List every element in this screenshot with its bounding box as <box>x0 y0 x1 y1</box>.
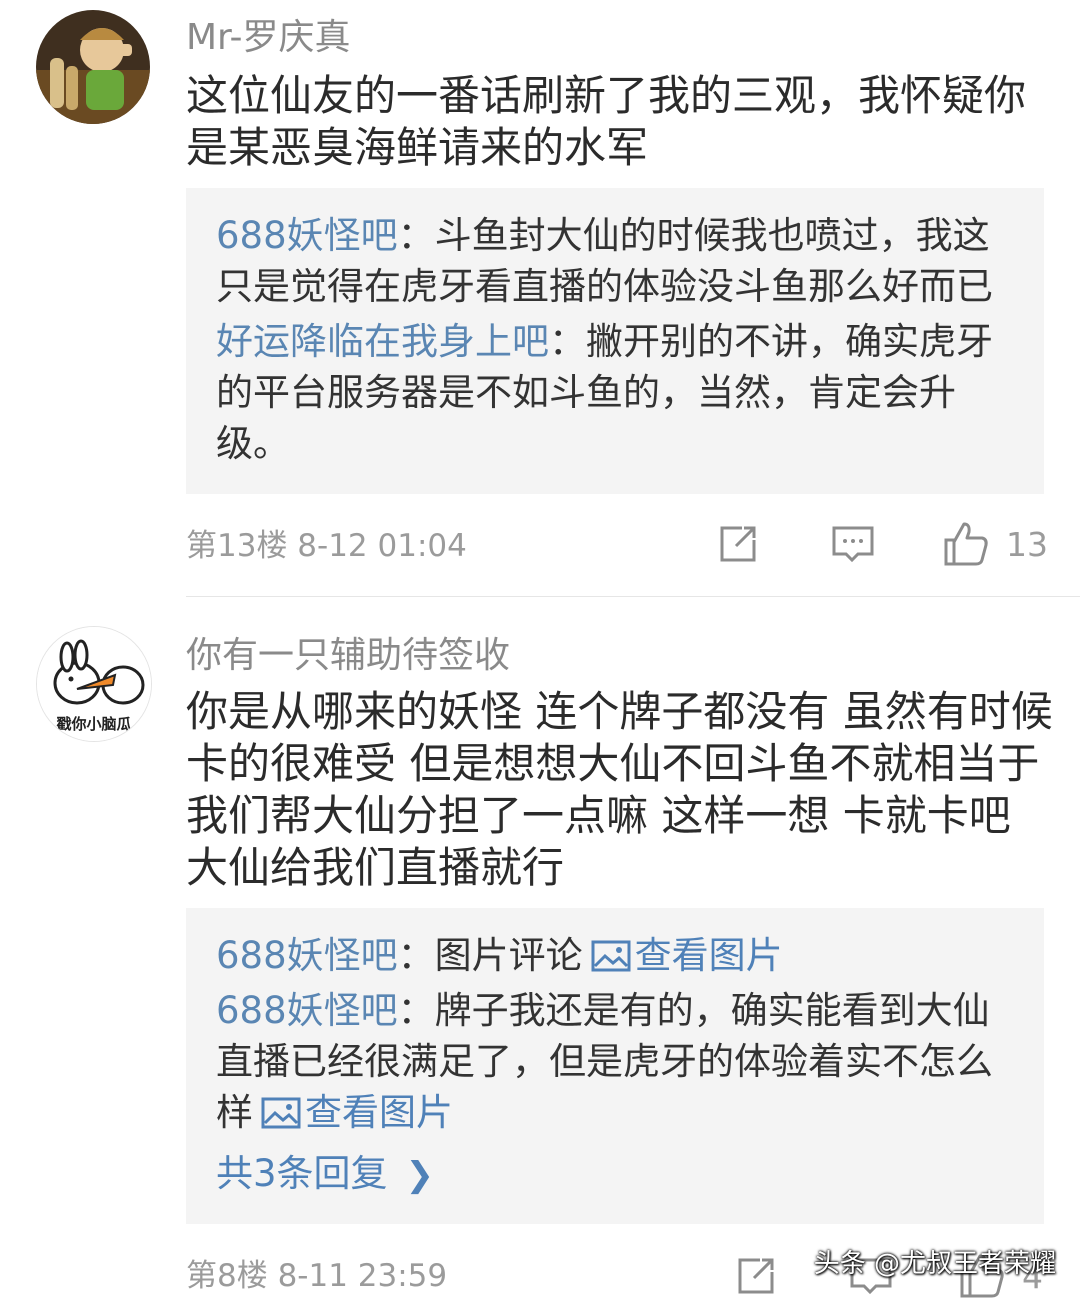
reply-username[interactable]: 688妖怪吧 <box>216 214 398 257</box>
reply-item[interactable]: 好运降临在我身上吧：撇开别的不讲，确实虎牙的平台服务器是不如斗鱼的，当然，肯定会… <box>216 316 1014 469</box>
view-image-label: 查看图片 <box>305 1091 453 1134</box>
user-avatar[interactable] <box>36 10 150 124</box>
view-image-link[interactable]: 查看图片 <box>583 934 783 977</box>
comment-divider <box>186 596 1080 597</box>
reply-list: 688妖怪吧：图片评论 查看图片 688妖怪吧：牌子我还是有的，确实能看到大仙直播… <box>186 908 1044 1224</box>
comment-icon <box>832 526 874 563</box>
thumbs-up-icon <box>944 522 988 566</box>
reply-item[interactable]: 688妖怪吧：牌子我还是有的，确实能看到大仙直播已经很满足了，但是虎牙的体验着实… <box>216 985 1014 1138</box>
watermark: 头条 @尤叔王者荣耀 <box>813 1249 1056 1279</box>
reply-separator: ： <box>397 989 435 1032</box>
username[interactable]: 你有一只辅助待签收 <box>186 634 510 678</box>
reply-item[interactable]: 688妖怪吧：图片评论 查看图片 <box>216 930 1014 981</box>
reply-text: 图片评论 <box>434 934 583 977</box>
reply-button[interactable] <box>830 522 876 566</box>
share-icon <box>720 526 756 562</box>
reply-username[interactable]: 688妖怪吧 <box>216 989 398 1032</box>
image-icon <box>261 1097 301 1129</box>
comment-content: 这位仙友的一番话刷新了我的三观，我怀疑你是某恶臭海鲜请来的水军 <box>186 71 1027 172</box>
reply-item[interactable]: 688妖怪吧：斗鱼封大仙的时候我也喷过，我这只是觉得在虎牙看直播的体验没斗鱼那么… <box>216 210 1014 312</box>
reply-separator: ： <box>397 934 435 977</box>
share-icon <box>738 1258 774 1294</box>
more-replies-link[interactable]: 共3条回复 ❯ <box>216 1144 1014 1205</box>
user-avatar[interactable]: 戳你小脑瓜 <box>36 626 152 742</box>
username[interactable]: Mr-罗庆真 <box>186 16 351 60</box>
comment-8: 戳你小脑瓜 你有一只辅助待签收 你是从哪来的妖怪 连个牌子都没有 虽然有时候卡的… <box>0 600 1080 1302</box>
reply-separator: ： <box>397 214 435 257</box>
reply-username[interactable]: 好运降临在我身上吧 <box>216 320 549 363</box>
avatar-image <box>36 10 150 124</box>
reply-list: 688妖怪吧：斗鱼封大仙的时候我也喷过，我这只是觉得在虎牙看直播的体验没斗鱼那么… <box>186 188 1044 494</box>
image-icon <box>591 940 631 972</box>
comment-13: Mr-罗庆真 这位仙友的一番话刷新了我的三观，我怀疑你是某恶臭海鲜请来的水军 6… <box>0 0 1080 600</box>
chevron-right-icon: ❯ <box>405 1155 435 1195</box>
share-button[interactable] <box>716 522 760 566</box>
view-image-label: 查看图片 <box>634 934 783 977</box>
comment-meta: 第8楼 8-11 23:59 <box>186 1258 448 1294</box>
avatar-caption: 戳你小脑瓜 <box>56 715 132 733</box>
comment-content: 你是从哪来的妖怪 连个牌子都没有 虽然有时候卡的很难受 但是想想大仙不回斗鱼不就… <box>186 687 1053 892</box>
share-button[interactable] <box>734 1254 778 1298</box>
like-count: 13 <box>1006 524 1048 564</box>
reply-separator: ： <box>549 320 586 363</box>
like-button[interactable]: 13 <box>942 520 1048 568</box>
comment-meta: 第13楼 8-12 01:04 <box>186 528 467 564</box>
reply-username[interactable]: 688妖怪吧 <box>216 934 398 977</box>
more-replies-label: 共3条回复 <box>216 1152 388 1195</box>
view-image-link[interactable]: 查看图片 <box>253 1091 453 1134</box>
